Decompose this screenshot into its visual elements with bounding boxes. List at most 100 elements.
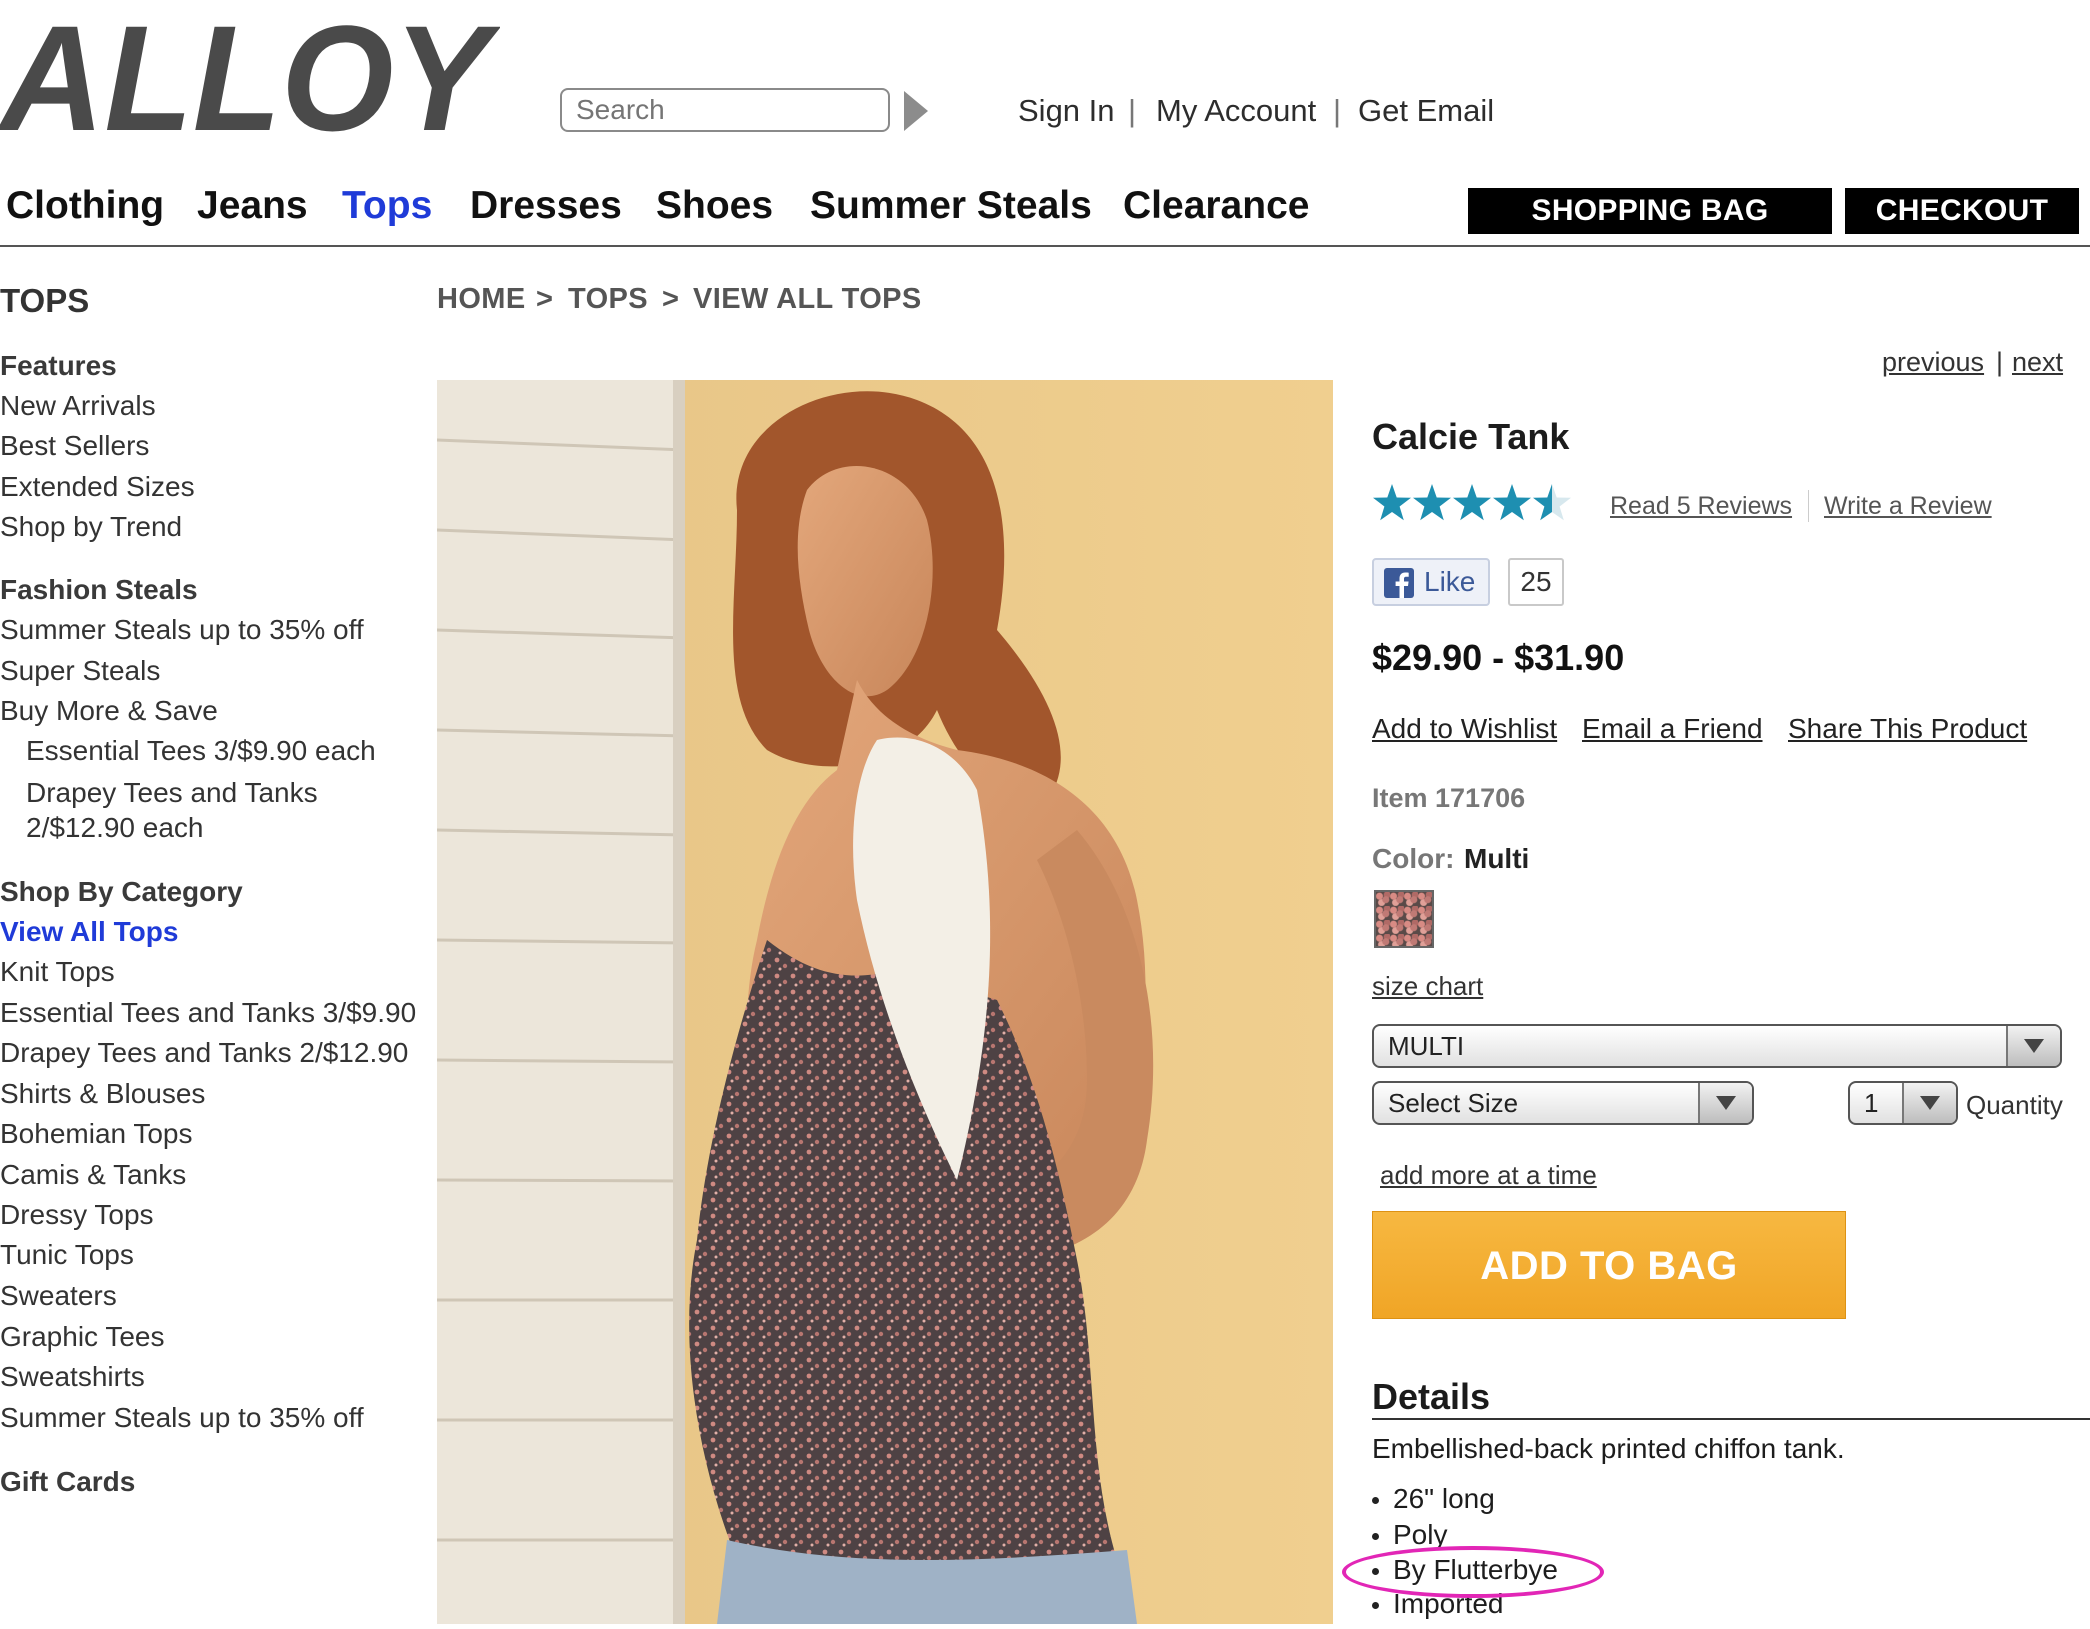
nav-jeans[interactable]: Jeans xyxy=(197,184,308,228)
product-price: $29.90 - $31.90 xyxy=(1372,637,1625,678)
color-select[interactable]: MULTI xyxy=(1372,1024,2062,1068)
header-separator: | xyxy=(1333,93,1342,128)
sidebar-item-camis-tanks[interactable]: Camis & Tanks xyxy=(0,1158,186,1192)
nav-clearance[interactable]: Clearance xyxy=(1123,184,1309,228)
sidebar-item-drapey-tees[interactable]: Drapey Tees and Tanks xyxy=(26,776,318,810)
sidebar-item-bohemian-tops[interactable]: Bohemian Tops xyxy=(0,1117,193,1151)
quantity-value: 1 xyxy=(1864,1088,1879,1118)
logo-text: ALLOY xyxy=(0,0,500,152)
email-a-friend-link[interactable]: Email a Friend xyxy=(1582,713,1763,745)
nav-tops[interactable]: Tops xyxy=(342,184,432,228)
sidebar-title: TOPS xyxy=(0,282,90,319)
sidebar-item-essential-tees-tanks[interactable]: Essential Tees and Tanks 3/$9.90 xyxy=(0,996,416,1030)
checkout-button[interactable]: CHECKOUT xyxy=(1845,188,2079,234)
sidebar-item-summer-steals[interactable]: Summer Steals up to 35% off xyxy=(0,613,364,647)
header-divider xyxy=(0,245,2090,247)
sign-in-link[interactable]: Sign In xyxy=(1018,93,1115,129)
sidebar-heading-features: Features xyxy=(0,350,117,381)
color-select-value: MULTI xyxy=(1388,1031,1465,1061)
breadcrumb-separator: > xyxy=(536,283,554,315)
size-chart-link[interactable]: size chart xyxy=(1372,971,1483,1002)
quantity-select[interactable]: 1 xyxy=(1848,1081,1958,1125)
nav-summer-steals[interactable]: Summer Steals xyxy=(810,184,1092,228)
add-to-bag-button[interactable]: ADD TO BAG xyxy=(1372,1211,1846,1319)
details-bullet-text: 26" long xyxy=(1393,1483,1495,1514)
reviews-divider xyxy=(1808,490,1809,522)
facebook-icon xyxy=(1384,568,1414,598)
my-account-link[interactable]: My Account xyxy=(1156,93,1316,129)
read-reviews-link[interactable]: Read 5 Reviews xyxy=(1610,492,1792,521)
details-bullet-text: Poly xyxy=(1393,1519,1448,1550)
sidebar-item-drapey-tees-tanks[interactable]: Drapey Tees and Tanks 2/$12.90 xyxy=(0,1036,408,1070)
sidebar-heading-fashion-steals: Fashion Steals xyxy=(0,574,198,605)
breadcrumb-tops[interactable]: TOPS xyxy=(568,283,648,316)
rating-star-icon xyxy=(1413,484,1451,521)
search-input[interactable] xyxy=(560,88,890,132)
nav-dresses[interactable]: Dresses xyxy=(470,184,622,228)
product-image[interactable] xyxy=(436,380,1333,1624)
sidebar-item-drapey-tees-price[interactable]: 2/$12.90 each xyxy=(26,811,204,845)
sidebar-item-sweatshirts[interactable]: Sweatshirts xyxy=(0,1360,145,1394)
sidebar-item-tunic-tops[interactable]: Tunic Tops xyxy=(0,1238,134,1272)
like-count: 25 xyxy=(1508,558,1564,606)
breadcrumb-separator: > xyxy=(662,283,680,315)
sidebar-item-essential-tees[interactable]: Essential Tees 3/$9.90 each xyxy=(26,734,376,768)
next-link[interactable]: next xyxy=(2012,347,2063,378)
details-bullet: 26" long xyxy=(1372,1483,1495,1515)
bullet-icon xyxy=(1372,1533,1379,1541)
previous-link[interactable]: previous xyxy=(1882,347,1984,378)
facebook-like-button[interactable]: Like xyxy=(1372,558,1490,606)
size-select-value: Select Size xyxy=(1388,1088,1519,1118)
get-email-link[interactable]: Get Email xyxy=(1358,93,1494,129)
color-label: Color: xyxy=(1372,843,1455,874)
rating-star-icon xyxy=(1493,484,1531,521)
bullet-icon xyxy=(1372,1497,1379,1505)
sidebar-item-dressy-tops[interactable]: Dressy Tops xyxy=(0,1198,154,1232)
color-value: Multi xyxy=(1464,843,1530,874)
search-go-arrow-icon[interactable] xyxy=(902,89,930,133)
nav-clothing[interactable]: Clothing xyxy=(6,184,164,228)
sidebar-item-extended-sizes[interactable]: Extended Sizes xyxy=(0,470,195,504)
color-swatch-multi[interactable] xyxy=(1374,890,1434,948)
pager-separator: | xyxy=(1996,347,2004,377)
sidebar-item-best-sellers[interactable]: Best Sellers xyxy=(0,429,149,463)
shopping-bag-button[interactable]: SHOPPING BAG xyxy=(1468,188,1832,234)
nav-shoes[interactable]: Shoes xyxy=(656,184,773,228)
breadcrumb-view-all-tops: VIEW ALL TOPS xyxy=(693,283,922,315)
highlight-annotation xyxy=(1342,1546,1604,1598)
sidebar-item-shirts-blouses[interactable]: Shirts & Blouses xyxy=(0,1077,205,1111)
bullet-icon xyxy=(1372,1602,1379,1610)
sidebar-item-summer-steals-category[interactable]: Summer Steals up to 35% off xyxy=(0,1401,364,1435)
item-number: Item 171706 xyxy=(1372,783,1526,813)
share-this-product-link[interactable]: Share This Product xyxy=(1788,713,2027,745)
sidebar-item-gift-cards[interactable]: Gift Cards xyxy=(0,1465,135,1499)
chevron-down-icon xyxy=(2006,1026,2060,1066)
chevron-down-icon xyxy=(1902,1083,1956,1123)
sidebar-item-shop-by-trend[interactable]: Shop by Trend xyxy=(0,510,182,544)
size-select[interactable]: Select Size xyxy=(1372,1081,1754,1125)
sidebar-item-buy-more-save[interactable]: Buy More & Save xyxy=(0,694,218,728)
sidebar-heading-shop-by-category: Shop By Category xyxy=(0,876,243,907)
details-description: Embellished-back printed chiffon tank. xyxy=(1372,1433,1845,1464)
sidebar-item-view-all-tops[interactable]: View All Tops xyxy=(0,915,178,949)
quantity-label: Quantity xyxy=(1966,1090,2063,1120)
chevron-down-icon xyxy=(1698,1083,1752,1123)
product-title: Calcie Tank xyxy=(1372,416,1570,457)
details-divider xyxy=(1372,1418,2090,1420)
alloy-logo[interactable]: ALLOY xyxy=(0,0,502,162)
sidebar-item-sweaters[interactable]: Sweaters xyxy=(0,1279,117,1313)
add-more-at-a-time-link[interactable]: add more at a time xyxy=(1380,1160,1597,1191)
rating-star-icon xyxy=(1373,484,1411,521)
sidebar-item-new-arrivals[interactable]: New Arrivals xyxy=(0,389,156,423)
header-separator: | xyxy=(1128,93,1137,128)
sidebar-item-super-steals[interactable]: Super Steals xyxy=(0,654,160,688)
sidebar-item-knit-tops[interactable]: Knit Tops xyxy=(0,955,115,989)
rating-stars xyxy=(1372,481,1578,525)
write-review-link[interactable]: Write a Review xyxy=(1824,492,1992,521)
add-to-wishlist-link[interactable]: Add to Wishlist xyxy=(1372,713,1557,745)
rating-star-icon xyxy=(1453,484,1491,521)
breadcrumb-home[interactable]: HOME xyxy=(437,283,526,316)
sidebar-item-graphic-tees[interactable]: Graphic Tees xyxy=(0,1320,164,1354)
details-heading: Details xyxy=(1372,1376,1491,1417)
search-bar xyxy=(560,88,930,138)
